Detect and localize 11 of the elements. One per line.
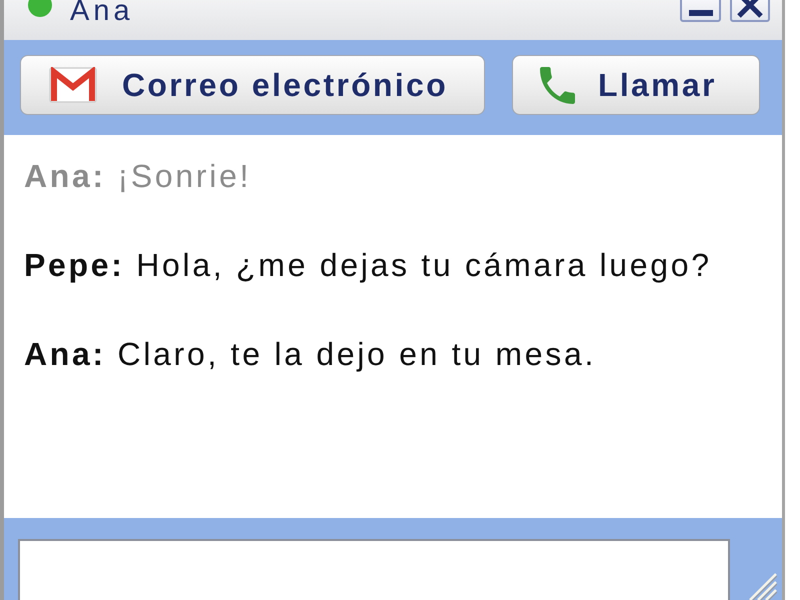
call-button[interactable]: Llamar xyxy=(512,55,760,115)
mail-icon xyxy=(49,67,97,103)
minimize-icon xyxy=(688,10,712,16)
chat-message: Ana: ¡Sonrie! xyxy=(24,157,252,195)
email-button[interactable]: Correo electrónico xyxy=(20,55,485,115)
phone-icon xyxy=(540,64,575,106)
message-input-field[interactable] xyxy=(18,539,730,600)
chat-message: Ana: Claro, te la dejo en tu mesa. xyxy=(24,335,596,373)
window-title: Ana xyxy=(70,0,134,22)
chat-message: Pepe: Hola, ¿me dejas tu cámara luego? xyxy=(24,246,712,284)
resize-grip-icon[interactable] xyxy=(747,572,777,600)
